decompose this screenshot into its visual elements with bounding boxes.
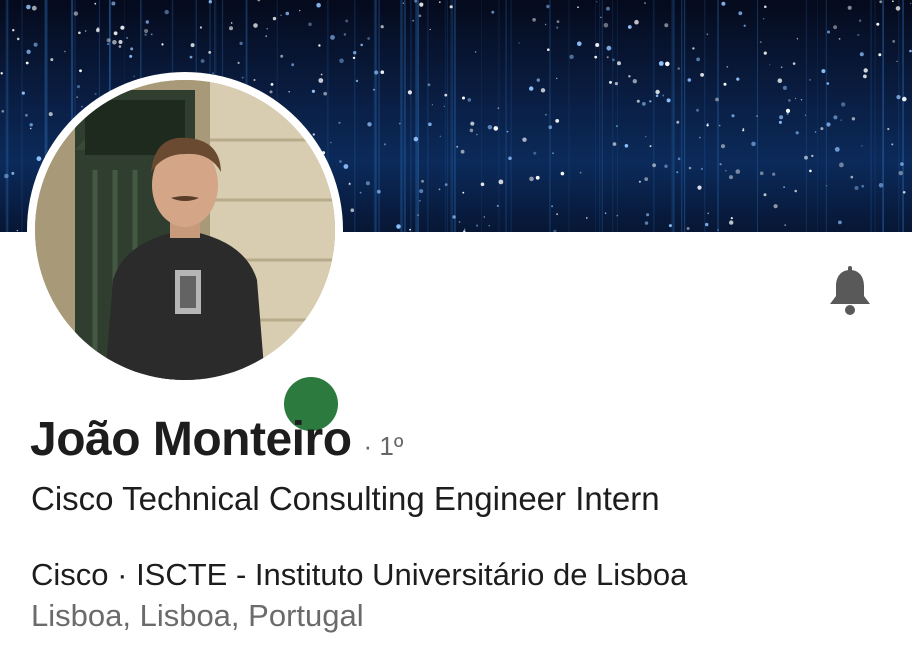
connection-degree: · 1º: [363, 431, 404, 461]
profile-name: João Monteiro: [30, 413, 352, 466]
profile-location: Lisboa, Lisboa, Portugal: [31, 598, 364, 633]
profile-headline: Cisco Technical Consulting Engineer Inte…: [31, 480, 660, 517]
company-education[interactable]: Cisco · ISCTE - Instituto Universitário …: [31, 557, 687, 593]
bell-icon[interactable]: [822, 262, 878, 318]
avatar-frame: [27, 72, 347, 440]
avatar[interactable]: [35, 80, 335, 380]
profile-photo: [35, 80, 335, 380]
profile-name-row: João Monteiro · 1º: [30, 412, 403, 467]
